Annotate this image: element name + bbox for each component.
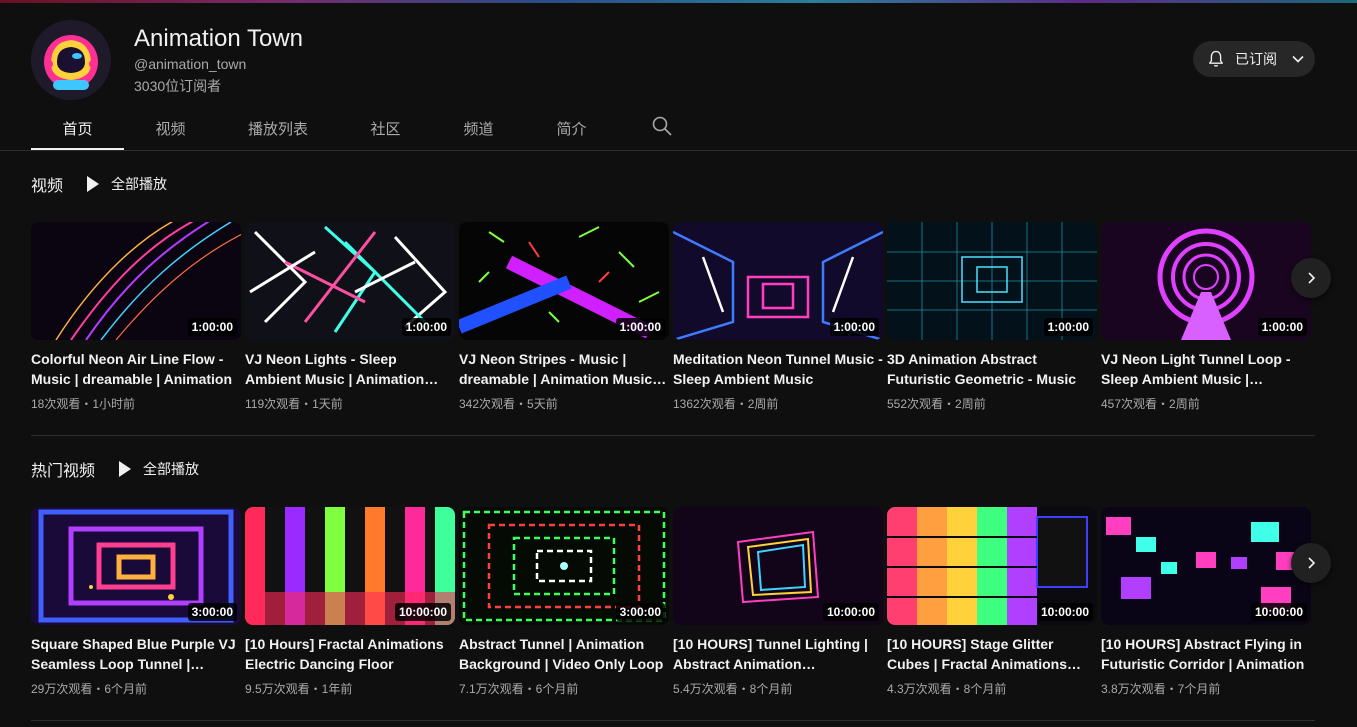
video-thumbnail[interactable]: 1:00:00 — [673, 222, 883, 340]
video-duration: 1:00:00 — [1257, 318, 1307, 336]
bell-icon — [1209, 50, 1223, 67]
video-card[interactable]: 1:00:00 VJ Neon Light Tunnel Loop - Sleep… — [1101, 222, 1311, 412]
video-thumbnail[interactable]: 1:00:00 — [887, 222, 1097, 340]
video-duration: 10:00:00 — [822, 603, 879, 621]
tab-videos[interactable]: 视频 — [124, 106, 217, 151]
video-title[interactable]: [10 HOURS] Tunnel Lighting | Abstract An… — [673, 634, 883, 674]
video-duration: 1:00:00 — [187, 318, 237, 336]
video-thumbnail[interactable]: 3:00:00 — [459, 507, 669, 625]
tab-channels[interactable]: 频道 — [432, 106, 525, 151]
video-title[interactable]: [10 HOURS] Stage Glitter Cubes | Fractal… — [887, 634, 1097, 674]
video-meta: 3.8万次观看・7个月前 — [1101, 682, 1221, 696]
video-meta: 7.1万次观看・6个月前 — [459, 682, 579, 696]
chevron-down-icon — [1292, 55, 1304, 63]
channel-tabs: 首页 视频 播放列表 社区 频道 简介 — [31, 106, 618, 151]
video-thumbnail[interactable]: 1:00:00 — [245, 222, 455, 340]
video-meta: 1362次观看・2周前 — [673, 397, 779, 411]
video-thumbnail[interactable]: 1:00:00 — [1101, 222, 1311, 340]
tab-home[interactable]: 首页 — [31, 106, 124, 151]
subscriber-count: 3030位订阅者 — [134, 78, 222, 94]
video-duration: 10:00:00 — [1036, 603, 1093, 621]
astronaut-logo-icon — [31, 20, 111, 100]
shelf-title: 视频 — [31, 178, 64, 195]
video-title[interactable]: Colorful Neon Air Line Flow - Music | dr… — [31, 349, 241, 389]
video-row: 3:00:00 Square Shaped Blue Purple VJ Seam… — [31, 507, 1321, 697]
video-thumbnail[interactable]: 1:00:00 — [459, 222, 669, 340]
video-thumbnail[interactable]: 1:00:00 — [31, 222, 241, 340]
video-duration: 1:00:00 — [1043, 318, 1093, 336]
video-duration: 1:00:00 — [829, 318, 879, 336]
shelf-divider — [31, 720, 1315, 721]
video-thumbnail[interactable]: 3:00:00 — [31, 507, 241, 625]
chevron-right-icon — [1308, 272, 1316, 284]
tab-community[interactable]: 社区 — [339, 106, 432, 151]
video-card[interactable]: 1:00:00 Meditation Neon Tunnel Music - Sl… — [673, 222, 883, 412]
subscribed-label: 已订阅 — [1235, 51, 1277, 67]
header-divider — [0, 150, 1357, 151]
video-thumbnail[interactable]: 10:00:00 — [1101, 507, 1311, 625]
video-card[interactable]: 1:00:00 VJ Neon Lights - Sleep Ambient Mu… — [245, 222, 455, 412]
video-title[interactable]: VJ Neon Lights - Sleep Ambient Music | A… — [245, 349, 455, 389]
video-thumbnail[interactable]: 10:00:00 — [673, 507, 883, 625]
video-meta: 457次观看・2周前 — [1101, 397, 1200, 411]
video-title[interactable]: [10 HOURS] Abstract Flying in Futuristic… — [1101, 634, 1311, 674]
video-title[interactable]: VJ Neon Light Tunnel Loop - Sleep Ambien… — [1101, 349, 1311, 389]
video-meta: 552次观看・2周前 — [887, 397, 986, 411]
video-card[interactable]: 10:00:00 [10 HOURS] Stage Glitter Cubes |… — [887, 507, 1097, 697]
video-meta: 5.4万次观看・8个月前 — [673, 682, 793, 696]
tab-playlists[interactable]: 播放列表 — [217, 106, 339, 151]
video-thumbnail[interactable]: 10:00:00 — [887, 507, 1097, 625]
shelf-title: 热门视频 — [31, 463, 96, 480]
chevron-right-icon — [1308, 557, 1316, 569]
video-card[interactable]: 10:00:00 [10 Hours] Fractal Animations El… — [245, 507, 455, 697]
video-title[interactable]: Square Shaped Blue Purple VJ Seamless Lo… — [31, 634, 241, 674]
video-title[interactable]: 3D Animation Abstract Futuristic Geometr… — [887, 349, 1097, 389]
video-meta: 9.5万次观看・1年前 — [245, 682, 353, 696]
video-title[interactable]: [10 Hours] Fractal Animations Electric D… — [245, 634, 455, 674]
video-meta: 342次观看・5天前 — [459, 397, 558, 411]
video-duration: 3:00:00 — [187, 603, 237, 621]
video-card[interactable]: 3:00:00 Abstract Tunnel | Animation Backg… — [459, 507, 669, 697]
shelf-next-button[interactable] — [1291, 258, 1331, 298]
video-card[interactable]: 1:00:00 3D Animation Abstract Futuristic … — [887, 222, 1097, 412]
video-meta: 29万次观看・6个月前 — [31, 682, 148, 696]
video-duration: 10:00:00 — [1250, 603, 1307, 621]
shelf-next-button[interactable] — [1291, 543, 1331, 583]
video-title[interactable]: Abstract Tunnel | Animation Background |… — [459, 634, 669, 674]
shelf-videos: 视频 全部播放 1:00:00 Colorful Neon Air Line Fl… — [31, 172, 1321, 422]
video-duration: 1:00:00 — [401, 318, 451, 336]
video-thumbnail[interactable]: 10:00:00 — [245, 507, 455, 625]
video-row: 1:00:00 Colorful Neon Air Line Flow - Mus… — [31, 222, 1321, 412]
play-icon — [87, 176, 100, 192]
channel-avatar[interactable] — [31, 20, 111, 100]
search-icon[interactable] — [651, 115, 673, 137]
tab-about[interactable]: 简介 — [525, 106, 618, 151]
video-duration: 1:00:00 — [615, 318, 665, 336]
video-card[interactable]: 3:00:00 Square Shaped Blue Purple VJ Seam… — [31, 507, 241, 697]
video-meta: 119次观看・1天前 — [245, 397, 343, 411]
video-meta: 18次观看・1小时前 — [31, 397, 136, 411]
shelf-divider — [31, 435, 1315, 436]
video-title[interactable]: Meditation Neon Tunnel Music - Sleep Amb… — [673, 349, 883, 389]
video-card[interactable]: 10:00:00 [10 HOURS] Abstract Flying in Fu… — [1101, 507, 1311, 697]
channel-handle: @animation_town — [134, 56, 247, 72]
video-card[interactable]: 1:00:00 Colorful Neon Air Line Flow - Mus… — [31, 222, 241, 412]
play-icon — [119, 461, 132, 477]
video-duration: 3:00:00 — [615, 603, 665, 621]
video-title[interactable]: VJ Neon Stripes - Music | dreamable | An… — [459, 349, 669, 389]
channel-name: Animation Town — [134, 25, 303, 52]
video-duration: 10:00:00 — [394, 603, 451, 621]
play-all-button[interactable]: 全部播放 — [119, 459, 199, 479]
video-card[interactable]: 1:00:00 VJ Neon Stripes - Music | dreamab… — [459, 222, 669, 412]
play-all-button[interactable]: 全部播放 — [87, 174, 167, 194]
subscribed-button[interactable]: 已订阅 — [1193, 41, 1315, 77]
video-card[interactable]: 10:00:00 [10 HOURS] Tunnel Lighting | Abs… — [673, 507, 883, 697]
shelf-popular-videos: 热门视频 全部播放 3:00:00 Square Shaped Blue Purp… — [31, 457, 1321, 707]
video-meta: 4.3万次观看・8个月前 — [887, 682, 1007, 696]
